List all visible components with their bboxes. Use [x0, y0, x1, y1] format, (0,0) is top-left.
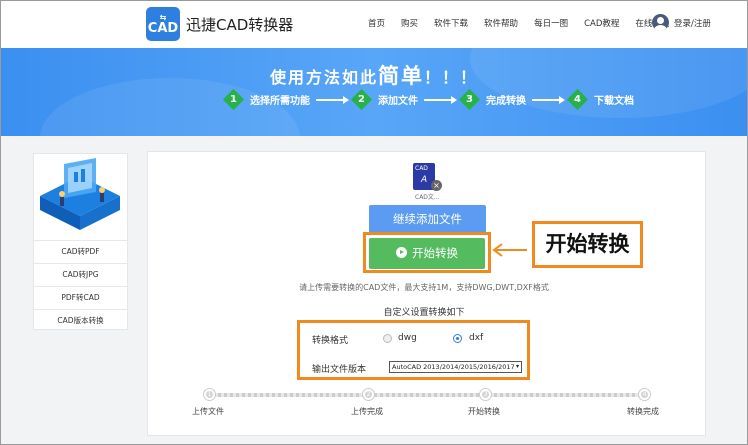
progress-step-dot: 3 [480, 389, 491, 400]
version-select-value: AutoCAD 2013/2014/2015/2016/2017 [392, 363, 515, 371]
brand-name[interactable]: 迅捷CAD转换器 [186, 14, 293, 35]
arrow-right-icon [532, 95, 565, 104]
custom-settings-title: 自定义设置转换如下 [383, 308, 465, 318]
top-header: ⇆ CAD 迅捷CAD转换器 首页 购买 软件下载 软件帮助 每日一图 CAD教… [0, 0, 748, 48]
steps-banner: 使用方法如此简单！！！ 1 选择所需功能 2 添加文件 3 完成转换 4 下载文… [0, 48, 748, 136]
step-number-badge: 4 [566, 88, 589, 111]
step-number-badge: 3 [458, 88, 481, 111]
progress-step-label: 开始转换 [468, 407, 500, 416]
nav-download[interactable]: 软件下载 [434, 17, 468, 29]
nav-daily-drawing[interactable]: 每日一图 [534, 17, 568, 29]
logo-text: CAD [147, 20, 179, 36]
slogan-prefix: 使用方法如此 [269, 68, 378, 87]
nav-cad-tutorial[interactable]: CAD教程 [584, 17, 619, 29]
progress-track [212, 393, 642, 397]
step-label: 选择所需功能 [250, 96, 310, 107]
arrow-right-icon [424, 95, 457, 104]
add-more-files-button[interactable]: 继续添加文件 [369, 205, 486, 234]
format-option-dxf[interactable]: dxf [469, 333, 483, 343]
format-radio-dxf[interactable] [453, 334, 462, 343]
version-select[interactable]: AutoCAD 2013/2014/2015/2016/2017 ▾ [389, 361, 522, 373]
banner-slogan: 使用方法如此简单！！！ [0, 60, 748, 90]
banner-step: 1 选择所需功能 [222, 88, 310, 111]
progress-step-dot: 4 [639, 389, 650, 400]
banner-steps: 1 选择所需功能 2 添加文件 3 完成转换 4 下载文档 [222, 88, 634, 111]
uploaded-file-name: CAD文... [415, 194, 440, 201]
progress-step-label: 上传文件 [192, 407, 224, 416]
version-label: 输出文件版本 [312, 365, 367, 375]
chevron-down-icon: ▾ [515, 363, 519, 370]
slogan-suffix: ！！！ [424, 68, 479, 87]
start-convert-callout: 开始转换 [532, 221, 643, 268]
progress-step-label: 转换完成 [627, 407, 659, 416]
format-radio-dwg[interactable] [383, 334, 392, 343]
step-number-badge: 1 [222, 88, 245, 111]
start-convert-label: 开始转换 [412, 246, 458, 260]
nav-help[interactable]: 软件帮助 [484, 17, 518, 29]
banner-step: 3 完成转换 [458, 88, 526, 111]
function-sidebar: CAD转PDF CAD转JPG PDF转CAD CAD版本转换 [33, 153, 128, 330]
banner-step: 2 添加文件 [350, 88, 418, 111]
isometric-illustration [34, 154, 127, 240]
progress-step-dot: 1 [204, 389, 215, 400]
callout-arrow-icon [492, 243, 527, 257]
step-label: 添加文件 [378, 96, 418, 107]
start-convert-button[interactable]: 开始转换 [369, 238, 485, 269]
step-label: 下载文档 [594, 96, 634, 107]
remove-file-icon[interactable]: × [431, 180, 442, 191]
step-number-badge: 2 [350, 88, 373, 111]
progress-step-label: 上传完成 [351, 407, 383, 416]
progress-step-dot: 2 [363, 389, 374, 400]
step-label: 完成转换 [486, 96, 526, 107]
slogan-emphasis: 简单 [378, 64, 424, 88]
format-option-dwg[interactable]: dwg [398, 333, 417, 343]
play-icon [396, 247, 407, 258]
nav-buy[interactable]: 购买 [401, 17, 418, 29]
upload-hint: 请上传需要转换的CAD文件，最大支持1M，支持DWG,DWT,DXF格式 [299, 283, 549, 292]
main-nav: 首页 购买 软件下载 软件帮助 每日一图 CAD教程 在线转换 [368, 17, 685, 29]
user-avatar-icon[interactable] [652, 14, 669, 31]
sidebar-item-cad-to-pdf[interactable]: CAD转PDF [34, 240, 127, 263]
app-logo[interactable]: ⇆ CAD [146, 7, 180, 41]
login-register-link[interactable]: 登录/注册 [674, 17, 711, 29]
format-label: 转换格式 [312, 336, 349, 346]
nav-home[interactable]: 首页 [368, 17, 385, 29]
banner-step: 4 下载文档 [566, 88, 634, 111]
arrow-right-icon [316, 95, 349, 104]
